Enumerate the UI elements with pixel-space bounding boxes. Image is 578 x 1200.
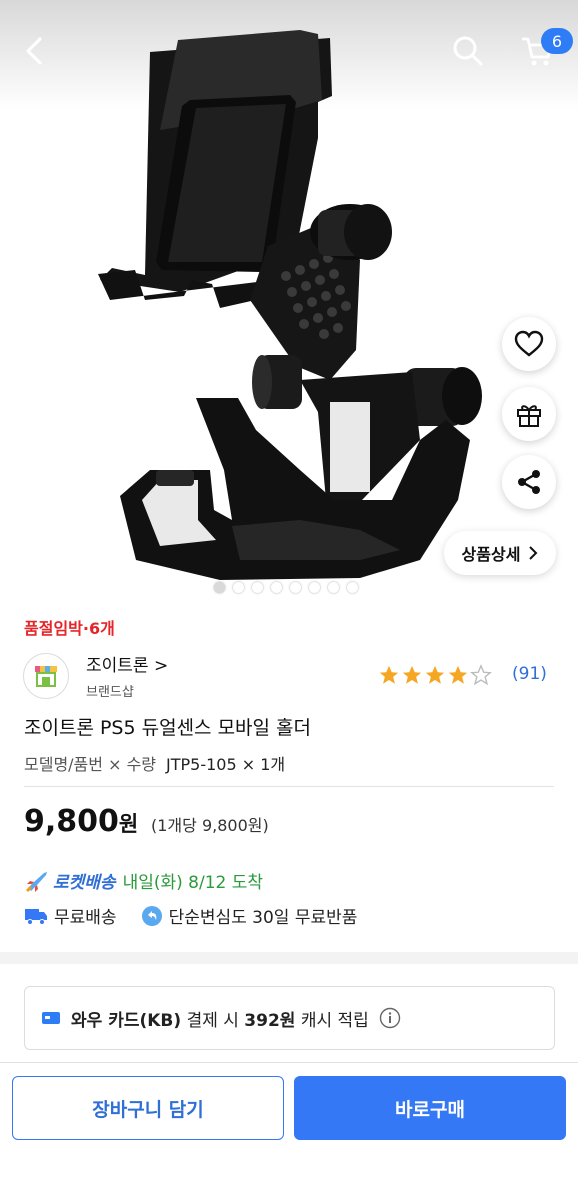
product-detail-button[interactable]: 상품상세 — [444, 531, 556, 575]
option-value: JTP5-105 × 1개 — [166, 755, 286, 774]
search-button[interactable] — [443, 26, 493, 76]
bottom-bar-divider — [0, 1062, 578, 1063]
price-amount: 9,800 — [24, 804, 119, 839]
buy-now-button[interactable]: 바로구매 — [294, 1076, 566, 1140]
gallery-dot[interactable] — [290, 582, 301, 593]
back-arrow-icon — [26, 37, 42, 65]
cashback-amount: 392원 — [244, 1010, 296, 1031]
gallery-dot[interactable] — [328, 582, 339, 593]
gallery-dot[interactable] — [309, 582, 320, 593]
star-filled-icon — [379, 665, 399, 684]
store-name: 조이트론 — [86, 656, 149, 676]
rocket-delivery: 로켓배송 내일(화) 8/12 도착 — [24, 868, 263, 893]
gift-icon — [517, 405, 541, 427]
product-photo — [98, 30, 482, 580]
product-title: 조이트론 PS5 듀얼센스 모바일 홀더 — [24, 717, 312, 739]
option-label: 모델명/품번 × 수량 — [24, 755, 157, 774]
card-name: 와우 카드(KB) — [71, 1010, 182, 1031]
gallery-dot[interactable] — [233, 582, 244, 593]
chevron-right-icon — [529, 546, 538, 560]
chevron-right-icon: > — [153, 656, 169, 676]
delivery-eta: 내일(화) 8/12 도착 — [122, 873, 264, 893]
price: 9,800원 — [24, 804, 138, 839]
free-shipping: 무료배송 — [54, 908, 117, 928]
info-icon[interactable] — [379, 1007, 401, 1029]
option-row: 모델명/품번 × 수량 JTP5-105 × 1개 — [24, 751, 285, 775]
card-offer-text-b: 캐시 적립 — [300, 1010, 369, 1031]
return-policy: 단순변심도 30일 무료반품 — [168, 908, 358, 928]
share-button[interactable] — [502, 455, 556, 509]
return-icon — [141, 905, 162, 926]
wishlist-button[interactable] — [502, 317, 556, 371]
search-icon — [453, 36, 483, 66]
heart-icon — [514, 330, 544, 357]
card-offer-box[interactable]: 와우 카드(KB) 결제 시 392원 캐시 적립 — [24, 986, 555, 1050]
star-filled-icon — [402, 665, 422, 684]
store-name-link[interactable]: 조이트론 > — [86, 651, 168, 676]
star-empty-icon — [470, 664, 492, 686]
store-type: 브랜드샵 — [86, 685, 134, 700]
shipping-info: 무료배송 단순변심도 30일 무료반품 — [24, 903, 357, 928]
gallery-dot[interactable] — [271, 582, 282, 593]
rocket-delivery-label: 로켓배송 — [53, 873, 116, 893]
gallery-dot[interactable] — [214, 582, 225, 593]
product-image-gallery[interactable]: 6 상품상세 — [0, 0, 578, 600]
card-icon — [42, 1012, 60, 1024]
store-logo[interactable] — [23, 653, 69, 699]
star-filled-icon — [425, 665, 445, 684]
rocket-icon — [26, 871, 47, 892]
gift-button[interactable] — [502, 387, 556, 441]
star-filled-icon — [448, 665, 468, 684]
divider — [24, 786, 554, 787]
gallery-dot[interactable] — [347, 582, 358, 593]
share-icon — [518, 470, 540, 494]
product-detail-label: 상품상세 — [461, 545, 521, 564]
review-count-link[interactable]: (91) — [512, 664, 547, 684]
unit-price: (1개당 9,800원) — [151, 816, 269, 835]
gallery-dot[interactable] — [252, 582, 263, 593]
truck-icon — [25, 908, 47, 925]
stock-notice: 품절임박·6개 — [24, 619, 115, 638]
cart-count-badge: 6 — [541, 28, 573, 54]
section-divider — [0, 952, 578, 964]
gallery-pagination — [214, 582, 358, 593]
rating-stars[interactable] — [378, 664, 492, 686]
add-to-cart-button[interactable]: 장바구니 담기 — [12, 1076, 284, 1140]
price-currency: 원 — [118, 812, 139, 836]
card-offer-text-a: 결제 시 — [186, 1010, 239, 1031]
back-button[interactable] — [10, 26, 60, 76]
store-icon — [35, 666, 57, 687]
